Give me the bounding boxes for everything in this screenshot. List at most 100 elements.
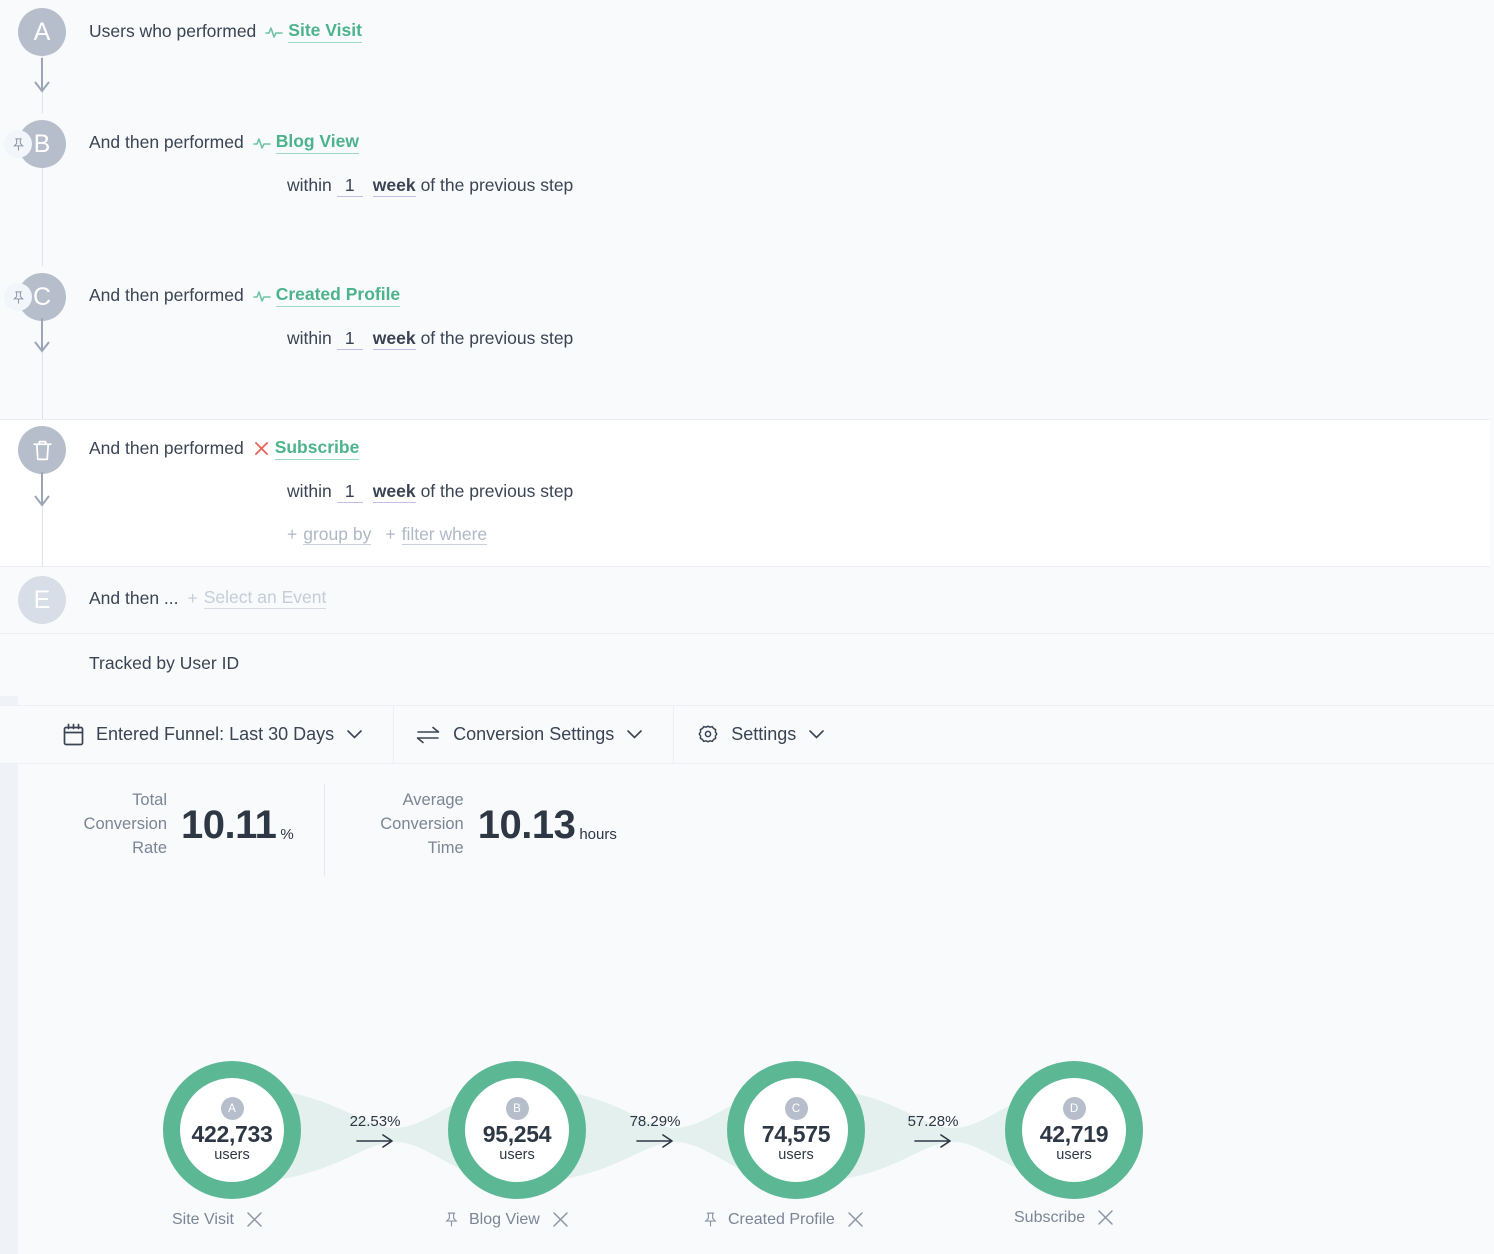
remove-step-icon[interactable]: [846, 1210, 865, 1229]
funnel-node-letter: A: [220, 1097, 244, 1120]
funnel-node-letter: C: [784, 1097, 808, 1120]
metric-value: 10.13: [477, 802, 576, 847]
trash-icon[interactable]: [31, 438, 54, 463]
settings-selector[interactable]: Settings: [674, 706, 855, 763]
within-unit-select[interactable]: week: [372, 328, 416, 350]
funnel-node-unit: users: [1056, 1147, 1092, 1163]
step-connector-line: [41, 168, 43, 268]
within-value-input[interactable]: 1: [336, 328, 363, 350]
funnel-node-1[interactable]: B 95,254 users: [448, 1061, 586, 1199]
step-badge-b[interactable]: B: [4, 120, 66, 168]
step-badge-c[interactable]: C: [4, 273, 66, 321]
arrow-down-icon: [34, 472, 50, 507]
event-name-link[interactable]: Created Profile: [275, 284, 401, 307]
conversion-settings-selector[interactable]: Conversion Settings: [394, 706, 675, 763]
tracked-by-row: Tracked by User ID: [0, 633, 1494, 696]
funnel-node-value: 422,733: [191, 1121, 273, 1147]
step-badge-e[interactable]: E: [18, 576, 66, 624]
funnel-conversion-1: 78.29%: [595, 1113, 715, 1153]
group-by-button[interactable]: group by: [303, 524, 372, 545]
within-prefix: within: [287, 328, 332, 348]
metric-divider: [323, 784, 325, 876]
funnel-node-0[interactable]: A 422,733 users: [163, 1061, 301, 1199]
settings-label: Settings: [731, 724, 797, 744]
arrow-right-icon: [595, 1133, 715, 1153]
metric-value: 10.11: [181, 802, 277, 847]
step-within-clause-d: within 1 week of the previous step: [287, 481, 573, 503]
within-value-input[interactable]: 1: [336, 481, 363, 503]
chevron-down-icon: [347, 730, 362, 739]
step-badge-letter: B: [33, 129, 51, 158]
metric-label-line: Total: [132, 791, 167, 810]
calendar-icon: [63, 723, 84, 745]
funnel-chart: A 422,733 users Site Visit 22.53% B 95,2…: [0, 1040, 1494, 1254]
pulse-icon: [265, 25, 284, 39]
pin-icon[interactable]: [4, 130, 32, 158]
arrow-down-icon: [34, 58, 50, 93]
summary-metrics: Total Conversion Rate 10.11 % Average Co…: [0, 775, 1494, 885]
funnel-step-row-a[interactable]: A Users who performed Site Visit: [0, 0, 1494, 118]
pin-icon[interactable]: [4, 283, 32, 311]
funnel-step-row-d[interactable]: And then performed Subscribe within 1 week…: [0, 419, 1490, 569]
metric-average-conversion-time: Average Conversion Time 10.13 hours: [359, 775, 617, 875]
metric-unit: hours: [579, 825, 617, 843]
funnel-node-inner: C 74,575 users: [744, 1078, 848, 1182]
close-x-icon[interactable]: [253, 440, 270, 457]
date-range-selector[interactable]: Entered Funnel: Last 30 Days: [0, 706, 395, 763]
funnel-node-2[interactable]: C 74,575 users: [727, 1061, 865, 1199]
gear-icon: [698, 724, 718, 743]
metric-label-line: Rate: [132, 838, 167, 857]
funnel-node-label-text: Subscribe: [1014, 1208, 1086, 1226]
event-name-link[interactable]: Subscribe: [274, 437, 360, 460]
step-badge-a[interactable]: A: [18, 8, 66, 56]
within-suffix: of the previous step: [420, 328, 574, 348]
tracked-by-label: Tracked by User ID: [89, 653, 240, 673]
funnel-step-row-b[interactable]: B And then performed Blog View within 1 we…: [0, 113, 1494, 305]
funnel-node-unit: users: [214, 1147, 250, 1163]
funnel-conversion-value: 22.53%: [349, 1113, 401, 1130]
pin-icon[interactable]: [443, 1211, 460, 1228]
funnel-node-inner: A 422,733 users: [180, 1078, 284, 1182]
pin-icon[interactable]: [702, 1211, 719, 1228]
step-lead-text: And then performed: [89, 438, 244, 458]
within-value-input[interactable]: 1: [336, 175, 363, 197]
funnel-conversion-value: 78.29%: [629, 1113, 681, 1130]
arrow-down-icon: [34, 318, 50, 353]
pulse-icon: [252, 289, 271, 303]
funnel-toolbar: Entered Funnel: Last 30 Days Conversion …: [0, 705, 1494, 764]
arrow-right-icon: [873, 1133, 993, 1153]
event-name-link[interactable]: Blog View: [275, 131, 359, 154]
funnel-step-row-c[interactable]: C And then performed Created Profile wit…: [0, 266, 1494, 421]
funnel-node-3[interactable]: D 42,719 users: [1005, 1061, 1143, 1199]
metric-label-line: Conversion: [380, 815, 464, 834]
step-badge-d[interactable]: [18, 426, 66, 474]
within-unit-select[interactable]: week: [372, 481, 416, 503]
funnel-conversion-0: 22.53%: [315, 1113, 435, 1153]
step-within-clause-c: within 1 week of the previous step: [287, 328, 573, 350]
step-lead-text: Users who performed: [89, 21, 257, 41]
step-badge-letter: A: [33, 17, 51, 46]
remove-step-icon[interactable]: [551, 1210, 570, 1229]
remove-step-icon[interactable]: [245, 1210, 264, 1229]
event-name-link[interactable]: Site Visit: [288, 20, 362, 43]
funnel-node-unit: users: [778, 1147, 814, 1163]
step-badge-letter: C: [32, 282, 52, 311]
filter-where-button[interactable]: filter where: [401, 524, 488, 545]
funnel-node-label-text: Site Visit: [172, 1210, 234, 1228]
funnel-node-inner: B 95,254 users: [465, 1078, 569, 1182]
step-within-clause-b: within 1 week of the previous step: [287, 175, 573, 197]
funnel-node-letter: D: [1062, 1097, 1086, 1120]
select-event-button[interactable]: Select an Event: [203, 587, 327, 609]
within-unit-select[interactable]: week: [372, 175, 416, 197]
swap-arrows-icon: [416, 726, 440, 743]
step-clause-b: And then performed Blog View: [89, 131, 359, 154]
remove-step-icon[interactable]: [1096, 1208, 1115, 1227]
within-suffix: of the previous step: [420, 175, 574, 195]
metric-label: Average Conversion Time: [359, 789, 464, 861]
chevron-down-icon: [809, 730, 825, 739]
funnel-node-label-0: Site Visit: [172, 1210, 264, 1229]
funnel-step-row-e[interactable]: E And then ... + Select an Event: [0, 567, 1494, 633]
step-lead-text: And then performed: [89, 285, 244, 305]
metric-label-line: Average: [402, 791, 464, 810]
funnel-node-value: 95,254: [482, 1121, 552, 1147]
